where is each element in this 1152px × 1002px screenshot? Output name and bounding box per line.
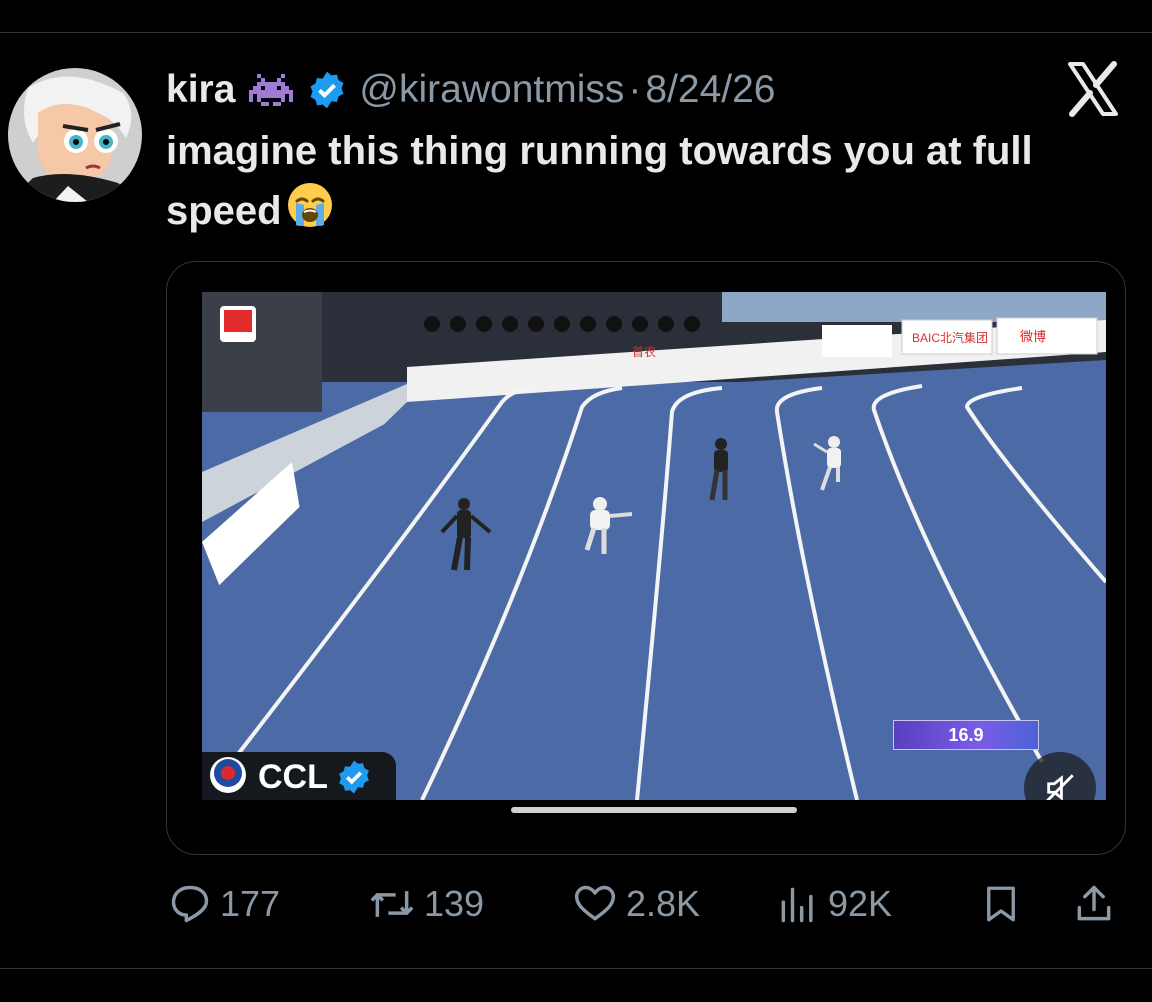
share-icon <box>1077 885 1111 921</box>
avatar[interactable] <box>8 68 142 202</box>
reply-icon <box>171 885 209 923</box>
display-name[interactable]: kira <box>166 66 235 114</box>
ad-board-baic: BAIC北汽集团 <box>912 330 988 345</box>
views-button[interactable]: 92K <box>776 876 892 932</box>
avatar-image <box>8 68 142 202</box>
like-button[interactable]: 2.8K <box>572 876 700 932</box>
race-timer: 16.9 <box>893 720 1039 750</box>
like-count: 2.8K <box>626 883 701 924</box>
ad-board-shounong: 首农 <box>632 345 656 359</box>
loudly-crying-face-icon <box>286 181 334 246</box>
retweet-button[interactable]: 139 <box>368 876 484 932</box>
saab-logo-icon <box>208 755 248 800</box>
tweet-text: imagine this thing running towards you a… <box>166 121 1106 246</box>
source-name: CCL <box>258 757 328 796</box>
video-player[interactable]: BAIC北汽集团 微博 首农 16.9 CCL <box>202 292 1106 800</box>
bookmark-icon <box>987 886 1015 922</box>
heart-icon <box>574 885 616 921</box>
reply-count: 177 <box>220 883 281 924</box>
share-button[interactable] <box>1072 876 1116 932</box>
ad-board-weibo: 微博 <box>1020 329 1046 344</box>
retweet-count: 139 <box>424 883 485 924</box>
speaker-muted-icon <box>1046 774 1074 800</box>
separator-dot: · <box>628 68 642 111</box>
tweet-date[interactable]: 8/24/26 <box>645 66 775 114</box>
bottom-divider <box>0 968 1152 969</box>
bookmark-button[interactable] <box>980 876 1022 932</box>
race-timer-value: 16.9 <box>948 724 984 745</box>
space-invader-icon <box>249 73 294 107</box>
tweet-header: kira @kirawontmiss · 8/24/26 <box>166 66 776 114</box>
video-source-badge[interactable]: CCL <box>202 752 396 800</box>
action-bar: 177 139 2.8K 92K <box>0 876 1152 932</box>
media-card[interactable]: BAIC北汽集团 微博 首农 16.9 CCL <box>166 261 1126 855</box>
x-logo-icon[interactable] <box>1064 60 1122 118</box>
views-count: 92K <box>828 883 893 924</box>
source-verified-icon <box>336 759 372 795</box>
verified-badge-icon <box>307 70 347 110</box>
video-scrubber[interactable] <box>511 807 797 813</box>
user-handle[interactable]: @kirawontmiss <box>359 66 624 114</box>
retweet-icon <box>370 891 414 917</box>
reply-button[interactable]: 177 <box>168 876 280 932</box>
views-icon <box>781 887 813 923</box>
top-divider <box>0 32 1152 33</box>
